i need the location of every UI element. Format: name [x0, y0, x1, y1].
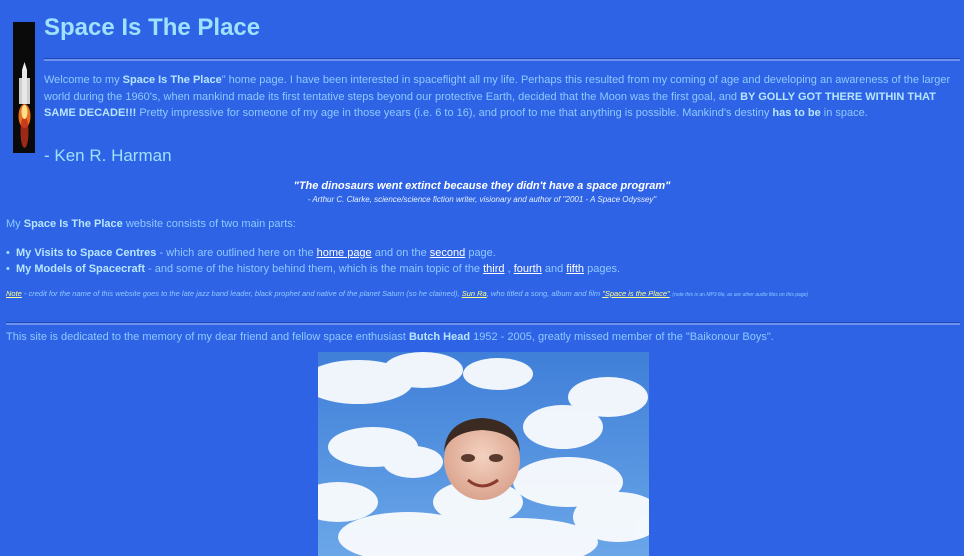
sun-ra-link[interactable]: Sun Ra: [462, 289, 487, 298]
list-item-text: ,: [504, 263, 514, 275]
list-item: My Visits to Space Centres - which are o…: [6, 245, 620, 261]
note-text: - credit for the name of this website go…: [21, 289, 462, 298]
quote-attribution: - Arthur C. Clarke, science/science fict…: [307, 195, 657, 204]
list-item-text: and: [541, 263, 567, 275]
quote-text: "The dinosaurs went extinct because they…: [293, 180, 671, 192]
list-item-text: pages.: [584, 263, 621, 275]
note-text: , who titled a song, album and film: [486, 289, 603, 298]
page-title: Space Is The Place: [44, 14, 261, 41]
intro-paragraph: Welcome to my Space Is The Place" home p…: [44, 72, 959, 122]
list-item-text: and on the: [371, 247, 430, 259]
second-page-link[interactable]: second: [430, 247, 465, 259]
intro-site-name: Space Is The Place: [122, 74, 222, 86]
parts-text: website consists of two main parts:: [122, 218, 296, 230]
author-signature: - Ken R. Harman: [44, 146, 172, 165]
home-page-link[interactable]: home page: [317, 247, 372, 259]
list-item-text: - which are outlined here on the: [156, 247, 317, 259]
memorial-photo: [318, 352, 649, 556]
dedication-name: Butch Head: [408, 331, 471, 343]
dedication-part: This site is dedicated to the memory of …: [6, 331, 409, 343]
parts-site-name: Space Is The Place: [23, 218, 123, 230]
list-item: My Models of Spacecraft - and some of th…: [6, 261, 620, 277]
note-link[interactable]: Note: [6, 289, 22, 298]
divider-bottom: [6, 322, 960, 325]
fourth-page-link[interactable]: fourth: [514, 263, 542, 275]
intro-text: in space.: [820, 107, 868, 119]
list-item-title: My Visits to Space Centres: [16, 247, 157, 259]
parts-text: My: [6, 218, 24, 230]
divider-top: [44, 58, 960, 61]
site-parts-list: My Visits to Space Centres - which are o…: [6, 245, 620, 277]
intro-text: Pretty impressive for someone of my age …: [136, 107, 773, 119]
intro-text: Welcome to my: [44, 74, 123, 86]
note-mp3-text: . (note this is an MP3 file, as are othe…: [669, 292, 809, 298]
list-item-text: page.: [465, 247, 496, 259]
intro-emphasis: has to be: [772, 107, 821, 119]
third-page-link[interactable]: third: [483, 263, 504, 275]
dedication-part: 1952 - 2005, greatly missed member of th…: [470, 331, 774, 343]
credit-note: Note - credit for the name of this websi…: [6, 289, 936, 300]
dedication-text: This site is dedicated to the memory of …: [6, 331, 774, 343]
list-item-text: - and some of the history behind them, w…: [144, 263, 484, 275]
list-item-title: My Models of Spacecraft: [16, 263, 145, 275]
shuttle-launch-image: [13, 22, 35, 153]
space-is-the-place-song-link[interactable]: "Space is the Place": [602, 289, 669, 298]
fifth-page-link[interactable]: fifth: [566, 263, 584, 275]
site-parts-intro: My Space Is The Place website consists o…: [6, 218, 296, 230]
